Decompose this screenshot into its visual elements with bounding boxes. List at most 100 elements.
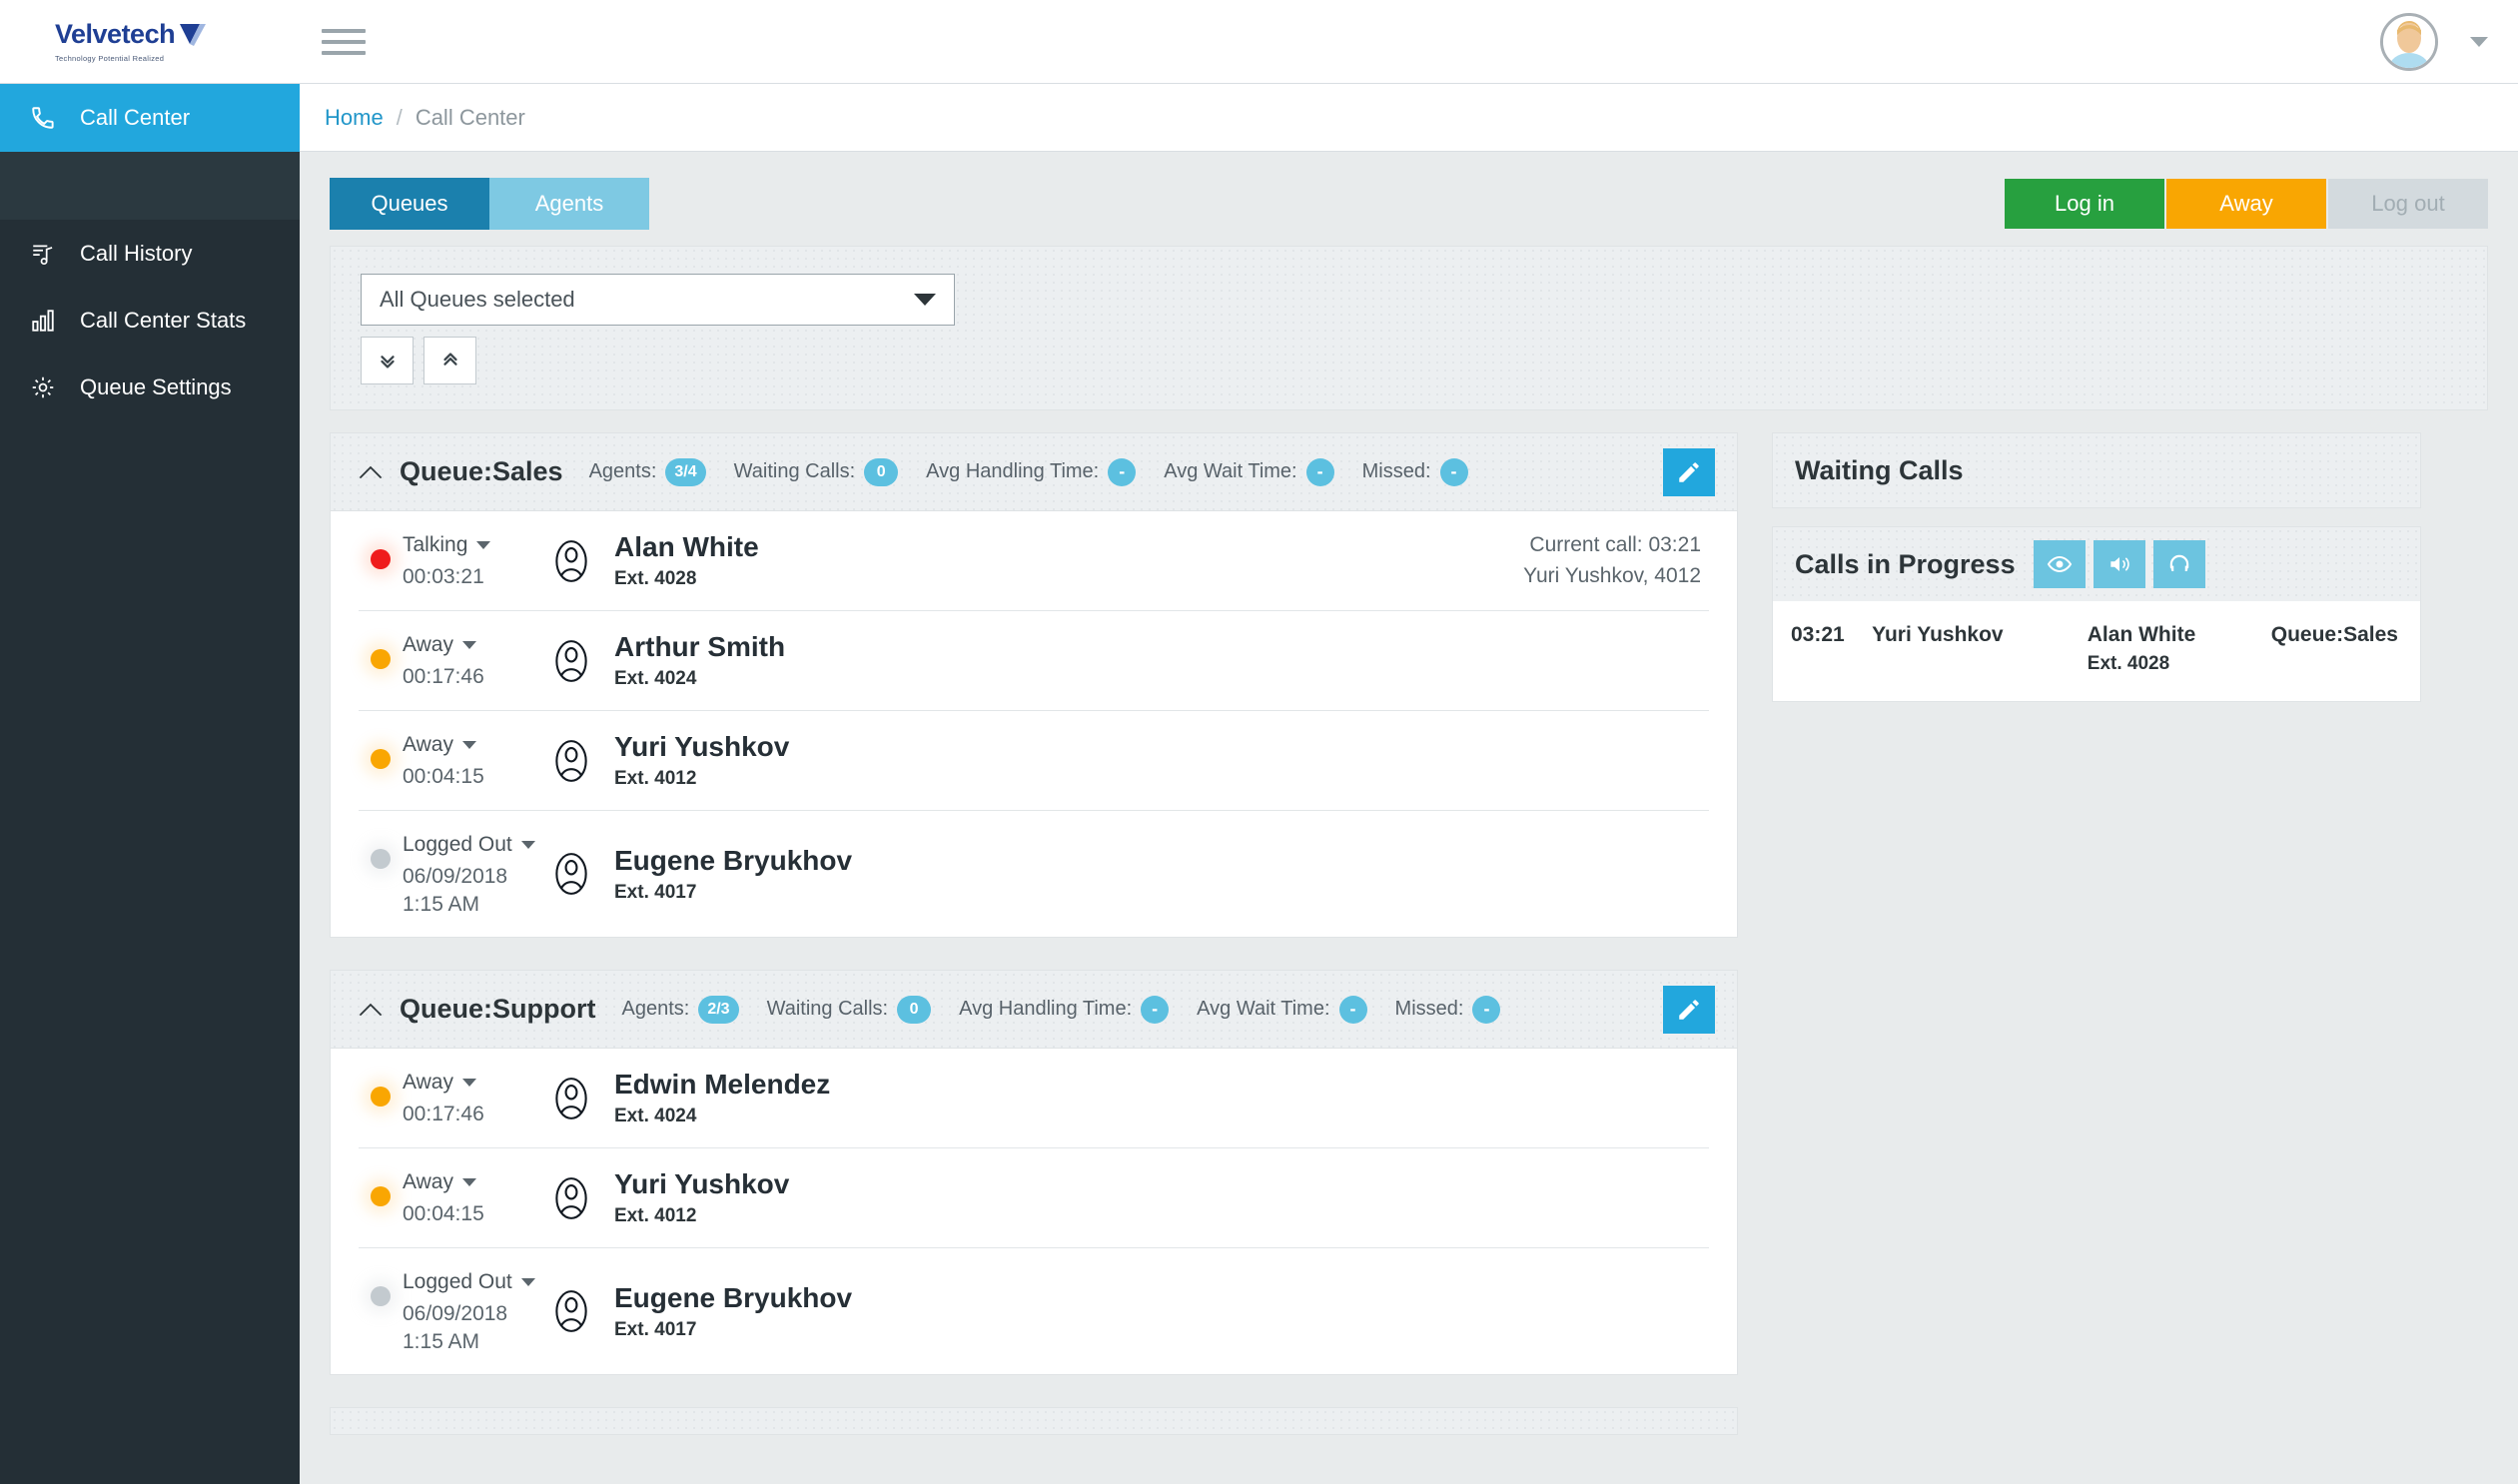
status-badge: - — [1440, 458, 1468, 486]
status-dot-wrap — [359, 1270, 403, 1306]
brand-logo[interactable]: Velvetech Technology Potential Realized — [0, 21, 300, 63]
agent-status-dropdown[interactable]: Logged Out — [403, 1270, 535, 1294]
chevron-down-icon — [521, 1278, 535, 1286]
user-avatar-icon — [548, 638, 594, 684]
tab-agents[interactable]: Agents — [489, 178, 649, 230]
agent-status-dropdown[interactable]: Away — [403, 733, 484, 757]
sidebar-item-label: Call Center — [80, 105, 190, 131]
agent-status-duration: 00:17:46 — [403, 663, 484, 691]
phone-icon — [28, 103, 58, 133]
agent-status-duration: 00:04:15 — [403, 1200, 484, 1228]
stat-label: Waiting Calls: — [734, 460, 856, 483]
sidebar-item-call-center-stats[interactable]: Call Center Stats — [0, 287, 300, 354]
agent-row[interactable]: Away 00:04:15 — [359, 711, 1709, 811]
chevron-down-icon — [462, 741, 476, 749]
status-dot-logged-out — [371, 1286, 391, 1306]
status-dot-away — [371, 1087, 391, 1107]
agent-row[interactable]: Talking 00:03:21 — [359, 511, 1709, 611]
agent-row[interactable]: Logged Out 06/09/2018 1:15 AM — [359, 811, 1709, 937]
call-in-progress-row[interactable]: 03:21 Yuri Yushkov Alan White Ext. 4028 … — [1773, 601, 2420, 701]
agent-identity: Arthur Smith Ext. 4024 — [548, 631, 785, 690]
hamburger-icon[interactable] — [322, 24, 366, 60]
agent-status-label: Away — [403, 633, 453, 657]
sidebar-item-call-history[interactable]: Call History — [0, 220, 300, 287]
tab-queues[interactable]: Queues — [330, 178, 489, 230]
stat-label: Avg Handling Time: — [959, 998, 1132, 1021]
calls-column: Waiting Calls Calls in Progress — [1772, 432, 2421, 1467]
call-queue: Queue:Sales — [2271, 623, 2398, 647]
top-bar: Velvetech Technology Potential Realized — [0, 0, 2518, 84]
queue-select[interactable]: All Queues selected — [361, 274, 955, 326]
volume-icon[interactable] — [2094, 540, 2145, 588]
headset-icon[interactable] — [2153, 540, 2205, 588]
agent-name: Alan White — [614, 531, 759, 563]
log-out-button[interactable]: Log out — [2328, 179, 2488, 229]
agent-extension: Ext. 4017 — [614, 1319, 852, 1341]
queue-name: Queue:Sales — [400, 456, 563, 487]
agent-status-dropdown[interactable]: Talking — [403, 533, 490, 557]
agent-status: Logged Out 06/09/2018 1:15 AM — [359, 1266, 548, 1357]
log-in-button[interactable]: Log in — [2005, 179, 2164, 229]
away-button[interactable]: Away — [2166, 179, 2326, 229]
action-bar: Queues Agents Log in Away Log out — [330, 174, 2488, 234]
sidebar-item-label: Call History — [80, 241, 192, 267]
breadcrumb-separator: / — [397, 105, 403, 131]
agent-status-dropdown[interactable]: Away — [403, 1071, 484, 1095]
queue-stat-missed: Missed: - — [1395, 996, 1501, 1024]
status-dot-wrap — [359, 1071, 403, 1107]
user-menu-chevron-down-icon[interactable] — [2470, 37, 2488, 47]
agent-status-dropdown[interactable]: Away — [403, 633, 484, 657]
agent-identity: Edwin Melendez Ext. 4024 — [548, 1069, 830, 1127]
stat-label: Waiting Calls: — [767, 998, 889, 1021]
user-avatar-icon — [548, 1076, 594, 1121]
calls-in-progress-title: Calls in Progress — [1795, 549, 2016, 580]
collapse-all-button[interactable] — [423, 337, 476, 384]
agent-identity: Eugene Bryukhov Ext. 4017 — [548, 1282, 852, 1341]
agent-status: Away 00:17:46 — [359, 629, 548, 691]
agent-row[interactable]: Away 00:17:46 — [359, 611, 1709, 711]
status-dot-away — [371, 749, 391, 769]
waiting-calls-card: Waiting Calls — [1772, 432, 2421, 508]
sidebar-item-call-center[interactable]: Call Center — [0, 84, 300, 152]
user-avatar-icon — [548, 851, 594, 897]
status-dot-wrap — [359, 533, 403, 569]
agent-status-dropdown[interactable]: Logged Out — [403, 833, 535, 857]
agent-status-dropdown[interactable]: Away — [403, 1170, 484, 1194]
agent-status-duration: 06/09/2018 1:15 AM — [403, 1300, 535, 1357]
queue-stat-avg-handling-time: Avg Handling Time: - — [926, 458, 1136, 486]
collapse-queue-icon[interactable] — [358, 463, 384, 481]
calls-in-progress-header: Calls in Progress — [1773, 527, 2420, 601]
call-to: Alan White Ext. 4028 — [2088, 623, 2271, 675]
edit-queue-button[interactable] — [1663, 448, 1715, 496]
current-call-time: Current call: 03:21 — [1523, 530, 1701, 560]
bar-chart-icon — [28, 306, 58, 336]
agent-current-call: Current call: 03:21 Yuri Yushkov, 4012 — [1523, 530, 1709, 591]
waiting-calls-header: Waiting Calls — [1773, 433, 2420, 507]
queue-card-support: Queue:Support Agents: 2/3 Waiting Calls:… — [330, 970, 1738, 1375]
agent-status-duration: 00:03:21 — [403, 563, 490, 591]
agent-identity: Yuri Yushkov Ext. 4012 — [548, 1168, 789, 1227]
agent-row[interactable]: Away 00:04:15 — [359, 1148, 1709, 1248]
status-badge: - — [1472, 996, 1500, 1024]
breadcrumb-current: Call Center — [416, 105, 525, 131]
sidebar-item-queue-settings[interactable]: Queue Settings — [0, 354, 300, 420]
chevron-down-icon — [914, 294, 936, 306]
agent-state-buttons: Log in Away Log out — [2005, 179, 2488, 229]
status-badge: - — [1108, 458, 1136, 486]
agent-row[interactable]: Away 00:17:46 — [359, 1049, 1709, 1148]
agent-name: Eugene Bryukhov — [614, 1282, 852, 1314]
expand-all-button[interactable] — [361, 337, 414, 384]
status-dot-away — [371, 1186, 391, 1206]
avatar[interactable] — [2380, 13, 2438, 71]
queue-name: Queue:Support — [400, 994, 596, 1025]
agent-extension: Ext. 4028 — [614, 568, 759, 590]
agent-row[interactable]: Logged Out 06/09/2018 1:15 AM — [359, 1248, 1709, 1374]
breadcrumb-home[interactable]: Home — [325, 105, 384, 131]
eye-icon[interactable] — [2034, 540, 2086, 588]
collapse-queue-icon[interactable] — [358, 1001, 384, 1019]
agent-list: Talking 00:03:21 — [331, 511, 1737, 937]
agent-name: Yuri Yushkov — [614, 731, 789, 763]
status-dot-wrap — [359, 1170, 403, 1206]
edit-queue-button[interactable] — [1663, 986, 1715, 1034]
sidebar-spacer — [0, 152, 300, 220]
